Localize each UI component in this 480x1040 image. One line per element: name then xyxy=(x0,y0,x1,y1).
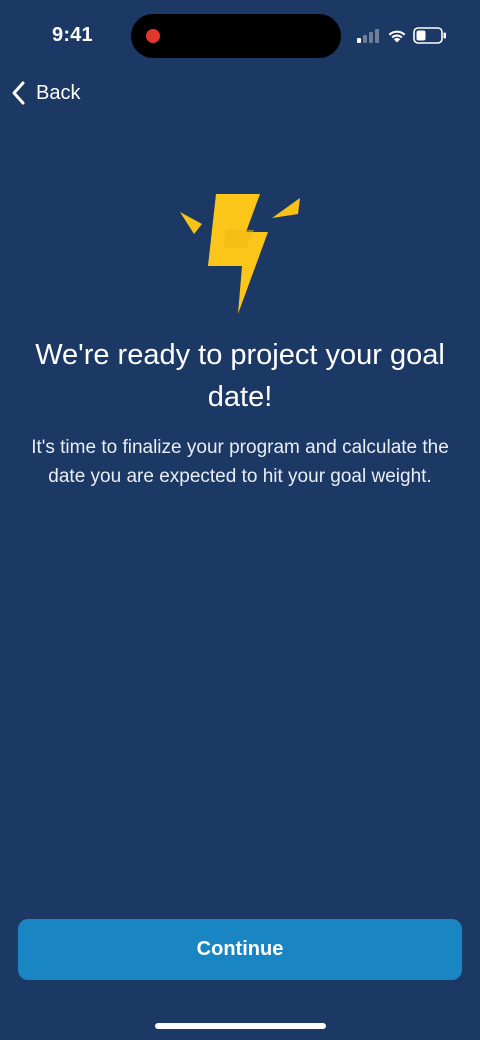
continue-button[interactable]: Continue xyxy=(18,919,462,980)
page-description: It's time to finalize your program and c… xyxy=(31,437,449,487)
battery-icon xyxy=(413,27,446,44)
dynamic-island xyxy=(131,14,341,58)
cellular-signal-icon xyxy=(357,29,379,43)
wifi-icon xyxy=(388,30,406,43)
status-time: 9:41 xyxy=(52,24,93,46)
home-indicator[interactable] xyxy=(155,1023,326,1029)
recording-indicator-icon xyxy=(146,29,160,43)
page-title: We're ready to project your goal date! xyxy=(35,339,445,413)
back-button[interactable]: Back xyxy=(10,78,80,108)
lightning-bolt-icon xyxy=(180,194,300,314)
status-bar: 9:41 xyxy=(0,0,480,72)
back-label: Back xyxy=(36,81,81,104)
goal-date-screen: 9:41 Back We're ready to project your go… xyxy=(0,0,480,1040)
chevron-left-icon xyxy=(12,81,25,105)
